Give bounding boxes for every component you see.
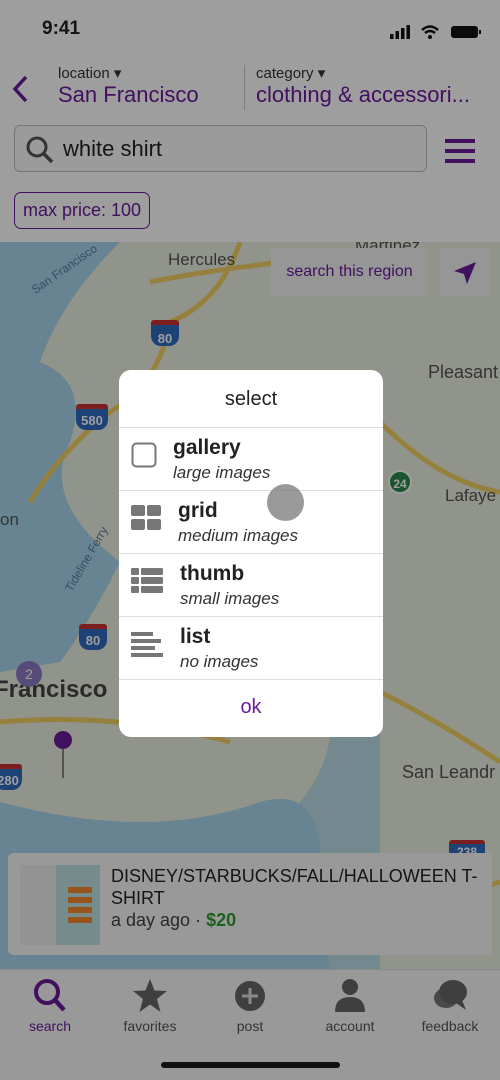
option-subtitle: large images [173,463,271,482]
option-gallery[interactable]: gallery large images [119,428,383,491]
thumb-list-icon [131,568,163,593]
option-subtitle: small images [180,589,280,608]
grid-icon [131,505,161,530]
option-title: grid [178,499,218,522]
option-title: gallery [173,436,241,459]
touch-indicator [267,484,304,521]
option-list[interactable]: list no images [119,617,383,680]
option-subtitle: no images [180,652,259,671]
option-subtitle: medium images [178,526,298,545]
option-title: list [180,625,211,648]
list-icon [131,632,163,657]
ok-button[interactable]: ok [119,680,383,735]
option-title: thumb [180,562,245,585]
option-thumb[interactable]: thumb small images [119,554,383,617]
home-indicator[interactable] [161,1062,340,1068]
checkbox-icon[interactable] [131,442,157,468]
option-grid[interactable]: grid medium images [119,491,383,554]
view-mode-dialog: select gallery large images grid medium … [119,370,383,737]
dialog-title: select [119,370,383,428]
